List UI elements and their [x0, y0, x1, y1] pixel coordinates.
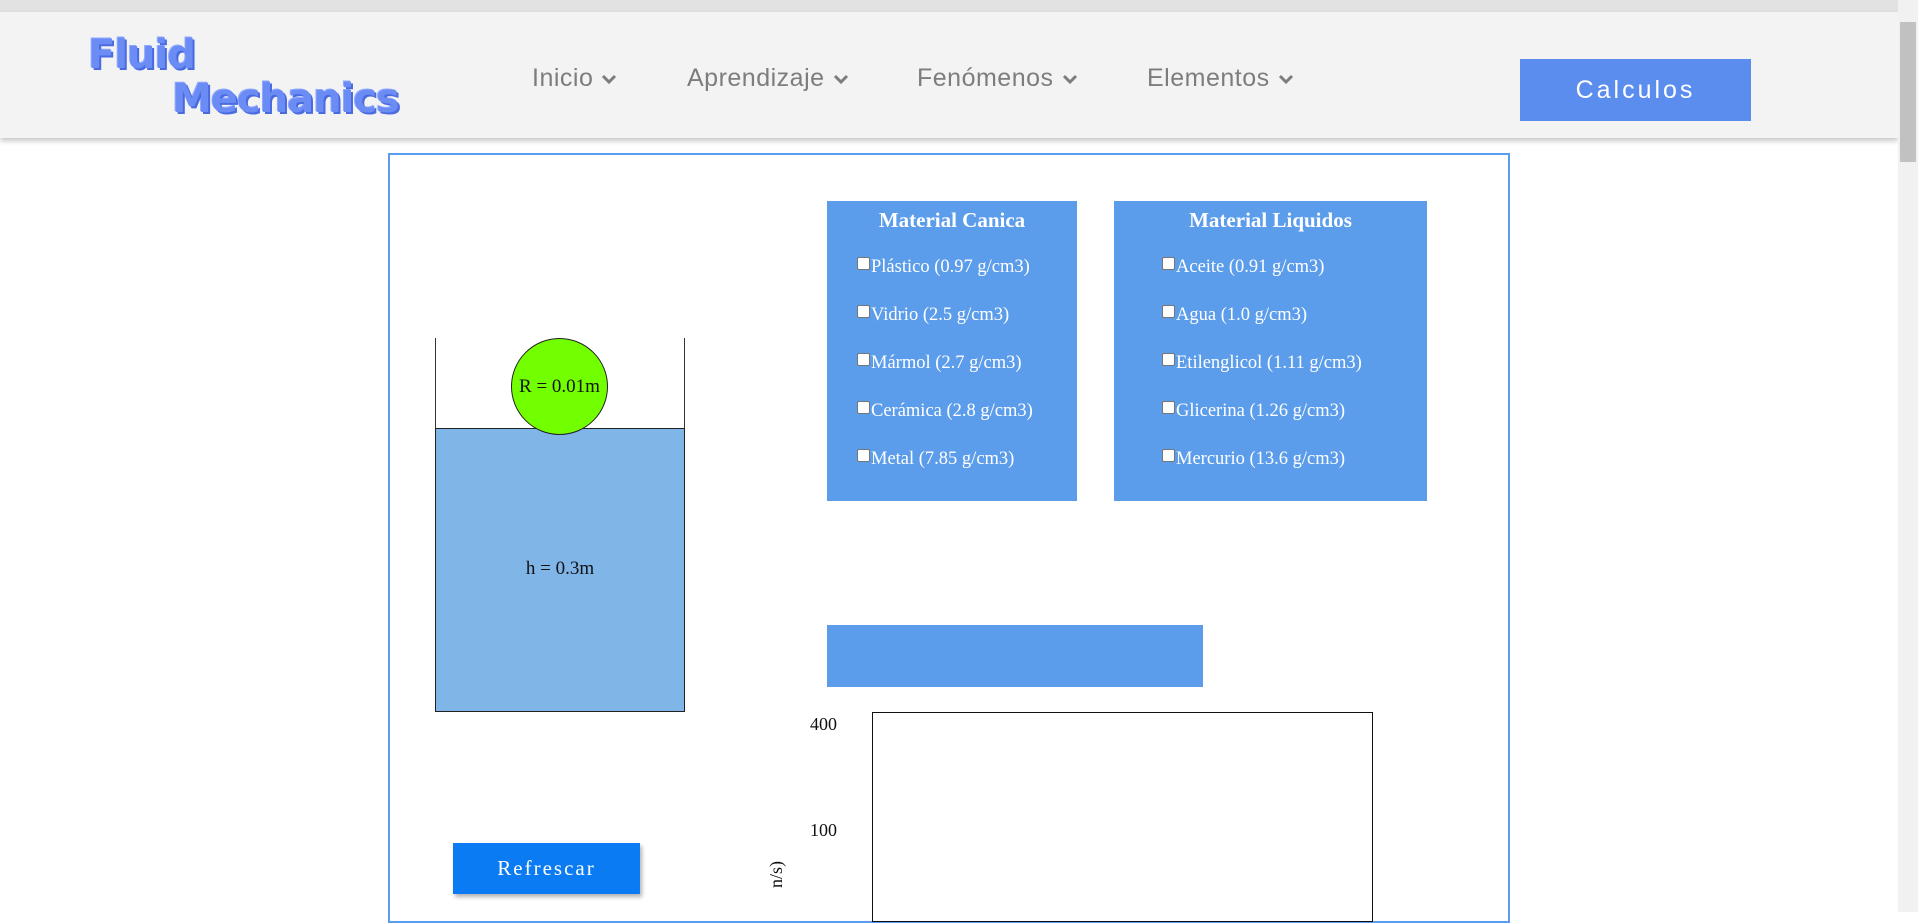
top-navbar: Fluid Mechanics Inicio Aprendizaje Fenóm…	[0, 12, 1898, 138]
calculos-button[interactable]: Calculos	[1520, 59, 1751, 121]
checkbox[interactable]	[1162, 353, 1175, 366]
option-label: Glicerina (1.26 g/cm3)	[1176, 401, 1346, 421]
option-label: Metal (7.85 g/cm3)	[871, 449, 1015, 469]
option-label: Plástico (0.97 g/cm3)	[871, 257, 1030, 277]
logo-line-1: Fluid	[88, 32, 196, 78]
liquid-option-mercurio[interactable]: Mercurio (13.6 g/cm3)	[1162, 449, 1345, 470]
liquid-height-label: h = 0.3m	[525, 558, 595, 579]
nav-item-label: Inicio	[532, 64, 594, 92]
marble-radius-label: R = 0.01m	[519, 375, 600, 397]
marble-option-metal[interactable]: Metal (7.85 g/cm3)	[857, 449, 1014, 470]
nav-item-elementos[interactable]: Elementos	[1147, 64, 1294, 93]
checkbox[interactable]	[857, 257, 870, 270]
marble-option-vidrio[interactable]: Vidrio (2.5 g/cm3)	[857, 305, 1009, 326]
liquid-option-agua[interactable]: Agua (1.0 g/cm3)	[1162, 305, 1307, 326]
marble-option-marmol[interactable]: Mármol (2.7 g/cm3)	[857, 353, 1022, 374]
nav-item-label: Elementos	[1147, 64, 1270, 92]
option-label: Etilenglicol (1.11 g/cm3)	[1176, 353, 1362, 373]
checkbox[interactable]	[857, 401, 870, 414]
chevron-down-icon	[1062, 74, 1077, 84]
marble-material-title: Material Canica	[878, 208, 1026, 232]
option-label: Aceite (0.91 g/cm3)	[1176, 257, 1325, 277]
checkbox[interactable]	[857, 305, 870, 318]
y-tick-label: 400	[810, 714, 837, 734]
option-label: Cerámica (2.8 g/cm3)	[871, 401, 1033, 421]
checkbox[interactable]	[1162, 305, 1175, 318]
option-label: Mármol (2.7 g/cm3)	[871, 353, 1022, 373]
refresh-button[interactable]: Refrescar	[453, 843, 640, 894]
option-label: Mercurio (13.6 g/cm3)	[1176, 449, 1346, 469]
liquid-material-title: Material Liquidos	[1189, 208, 1352, 232]
results-banner	[827, 625, 1203, 687]
nav-item-label: Aprendizaje	[687, 64, 825, 92]
y-axis-label: n/s)	[766, 861, 786, 888]
option-label: Agua (1.0 g/cm3)	[1176, 305, 1308, 325]
marble-option-ceramica[interactable]: Cerámica (2.8 g/cm3)	[857, 401, 1033, 422]
marble: R = 0.01m	[511, 338, 608, 435]
checkbox[interactable]	[1162, 401, 1175, 414]
scrollbar-thumb[interactable]	[1900, 22, 1916, 162]
logo-line-2: Mechanics	[172, 76, 400, 122]
checkbox[interactable]	[857, 353, 870, 366]
liquid-option-etilenglicol[interactable]: Etilenglicol (1.11 g/cm3)	[1162, 353, 1362, 374]
beaker-left-wall	[435, 338, 436, 428]
option-label: Vidrio (2.5 g/cm3)	[871, 305, 1010, 325]
chevron-down-icon	[602, 74, 617, 84]
checkbox[interactable]	[857, 449, 870, 462]
chevron-down-icon	[833, 74, 848, 84]
nav-item-label: Fenómenos	[917, 64, 1054, 92]
marble-option-plastico[interactable]: Plástico (0.97 g/cm3)	[857, 257, 1030, 278]
chevron-down-icon	[1278, 74, 1293, 84]
beaker-right-wall	[684, 338, 685, 428]
liquid-option-aceite[interactable]: Aceite (0.91 g/cm3)	[1162, 257, 1324, 278]
nav-item-fenomenos[interactable]: Fenómenos	[917, 64, 1078, 93]
liquid-option-glicerina[interactable]: Glicerina (1.26 g/cm3)	[1162, 401, 1345, 422]
checkbox[interactable]	[1162, 257, 1175, 270]
site-logo[interactable]: Fluid Mechanics	[88, 32, 428, 132]
window-top-strip	[0, 0, 1898, 12]
y-tick-label: 100	[810, 820, 837, 840]
velocity-graph-area	[872, 712, 1373, 922]
checkbox[interactable]	[1162, 449, 1175, 462]
nav-item-aprendizaje[interactable]: Aprendizaje	[687, 64, 849, 93]
nav-item-inicio[interactable]: Inicio	[532, 64, 617, 93]
